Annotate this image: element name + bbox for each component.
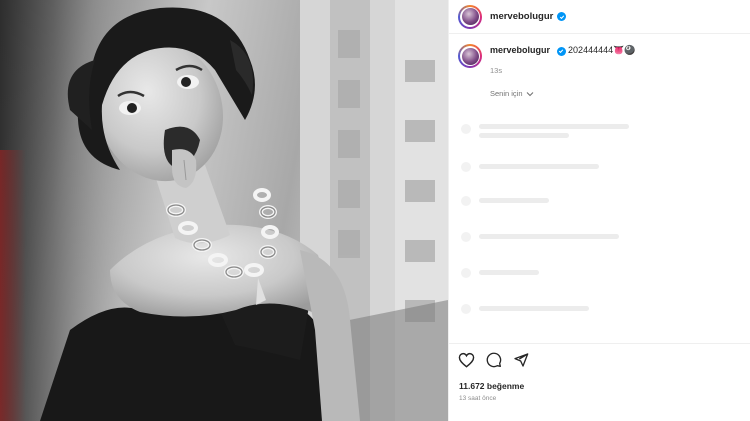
share-icon[interactable] — [513, 352, 529, 368]
post-photo[interactable] — [0, 0, 448, 421]
caption-username-link[interactable]: mervebolugur — [490, 45, 550, 55]
username-link[interactable]: mervebolugur — [490, 11, 553, 22]
instagram-post-view: mervebolugur mervebolugur 202444444👅🎱 13… — [0, 0, 750, 421]
actions-divider — [449, 343, 750, 344]
chevron-down-icon — [526, 91, 534, 97]
post-header: mervebolugur — [449, 0, 750, 34]
see-all-label: Senin için — [490, 89, 523, 98]
post-caption: mervebolugur 202444444👅🎱 — [458, 44, 743, 68]
comment-icon[interactable] — [486, 352, 502, 368]
post-timestamp: 13 saat önce — [459, 395, 497, 402]
post-side-panel: mervebolugur mervebolugur 202444444👅🎱 13… — [448, 0, 750, 421]
post-actions — [458, 352, 529, 368]
photo-illustration — [0, 0, 448, 421]
heart-icon[interactable] — [458, 352, 475, 368]
caption-avatar[interactable] — [458, 44, 482, 68]
caption-body: 202444444 — [568, 45, 614, 55]
caption-emoji: 👅🎱 — [613, 45, 636, 55]
like-count[interactable]: 11.672 beğenme — [459, 381, 524, 391]
see-all-dropdown[interactable]: Senin için — [490, 89, 534, 98]
caption-timestamp: 13s — [490, 66, 503, 75]
avatar[interactable] — [458, 4, 482, 29]
caption-text: mervebolugur 202444444👅🎱 — [490, 44, 636, 68]
verified-badge-icon — [557, 12, 567, 21]
caption-verified-badge-icon — [556, 46, 566, 56]
